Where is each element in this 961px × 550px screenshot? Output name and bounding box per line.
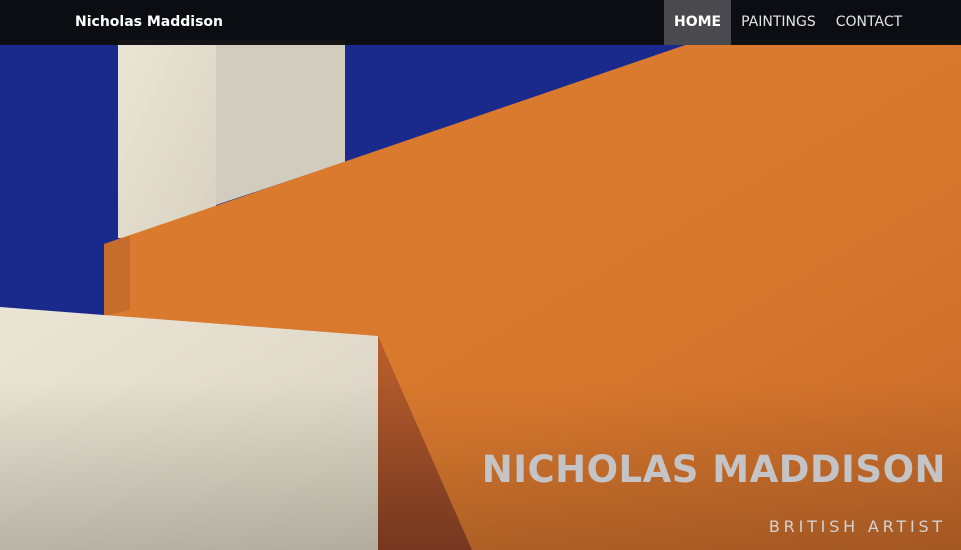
top-navbar: Nicholas Maddison HOME PAINTINGS CONTACT [0,0,961,45]
hero-subtitle: BRITISH ARTIST [768,517,946,536]
nav-menu: HOME PAINTINGS CONTACT [664,0,912,45]
brand-link[interactable]: Nicholas Maddison [75,0,223,45]
nav-contact-link[interactable]: CONTACT [826,0,912,45]
hero-title: NICHOLAS MADDISON [481,448,946,491]
nav-paintings-link[interactable]: PAINTINGS [731,0,826,45]
nav-home-link[interactable]: HOME [664,0,732,45]
